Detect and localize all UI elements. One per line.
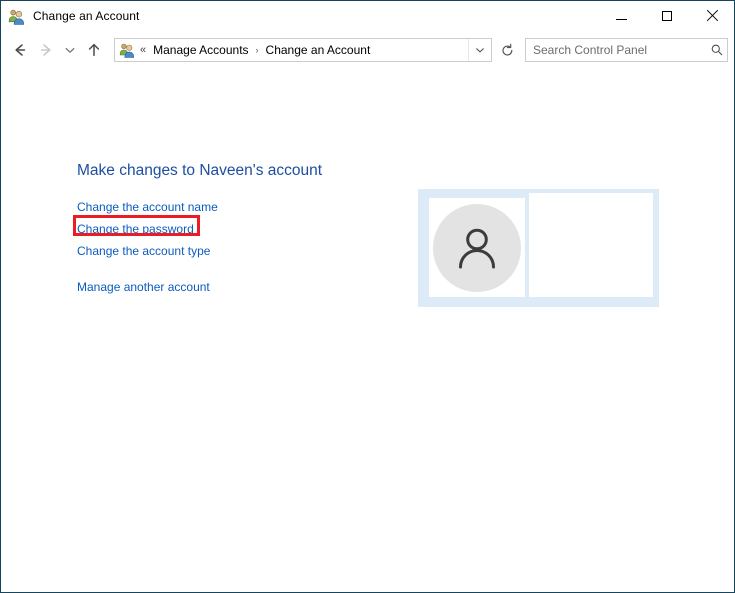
breadcrumb-overflow-icon[interactable]: « bbox=[140, 45, 146, 56]
refresh-button[interactable] bbox=[493, 37, 521, 63]
address-dropdown-button[interactable] bbox=[468, 39, 491, 61]
recent-locations-button[interactable] bbox=[59, 37, 81, 63]
chevron-down-icon bbox=[474, 44, 486, 56]
breadcrumb-item-manage-accounts[interactable]: Manage Accounts bbox=[152, 41, 249, 59]
window-title: Change an Account bbox=[33, 9, 139, 23]
link-change-account-type[interactable]: Change the account type bbox=[77, 240, 210, 262]
user-accounts-icon bbox=[8, 8, 25, 25]
account-task-links: Change the account name Change the passw… bbox=[77, 196, 218, 298]
search-icon bbox=[707, 43, 727, 57]
chevron-down-icon bbox=[63, 43, 77, 57]
account-tile[interactable] bbox=[418, 189, 659, 307]
search-box[interactable]: Search Control Panel bbox=[525, 38, 728, 62]
address-bar[interactable]: « Manage Accounts › Change an Account bbox=[114, 38, 492, 62]
person-avatar-icon bbox=[451, 222, 503, 274]
maximize-icon bbox=[662, 11, 672, 21]
link-change-account-name[interactable]: Change the account name bbox=[77, 196, 218, 218]
close-button[interactable] bbox=[689, 1, 734, 31]
back-button[interactable] bbox=[7, 37, 33, 63]
content-area: Make changes to Naveen's account Change … bbox=[1, 69, 734, 592]
page-title: Make changes to Naveen's account bbox=[77, 162, 322, 180]
link-manage-another-account[interactable]: Manage another account bbox=[77, 276, 210, 298]
refresh-icon bbox=[500, 43, 515, 58]
maximize-button[interactable] bbox=[644, 1, 689, 31]
control-panel-window: Change an Account bbox=[0, 0, 735, 593]
address-user-accounts-icon bbox=[119, 42, 135, 58]
breadcrumb-separator-icon: › bbox=[256, 46, 259, 55]
up-arrow-icon bbox=[85, 41, 103, 59]
window-controls bbox=[599, 1, 734, 31]
close-icon bbox=[706, 10, 718, 22]
forward-button[interactable] bbox=[33, 37, 59, 63]
back-arrow-icon bbox=[11, 41, 29, 59]
breadcrumb: « Manage Accounts › Change an Account bbox=[140, 41, 468, 59]
account-info-tile bbox=[529, 193, 653, 297]
search-input[interactable]: Search Control Panel bbox=[526, 43, 707, 57]
up-button[interactable] bbox=[81, 37, 107, 63]
title-bar: Change an Account bbox=[1, 1, 734, 31]
avatar bbox=[433, 204, 521, 292]
link-change-password[interactable]: Change the password bbox=[77, 218, 194, 240]
breadcrumb-item-change-an-account[interactable]: Change an Account bbox=[265, 41, 372, 59]
minimize-button[interactable] bbox=[599, 1, 644, 31]
navigation-bar: « Manage Accounts › Change an Account Se… bbox=[1, 31, 734, 69]
forward-arrow-icon bbox=[37, 41, 55, 59]
minimize-icon bbox=[616, 19, 627, 20]
account-picture-tile bbox=[429, 198, 525, 297]
